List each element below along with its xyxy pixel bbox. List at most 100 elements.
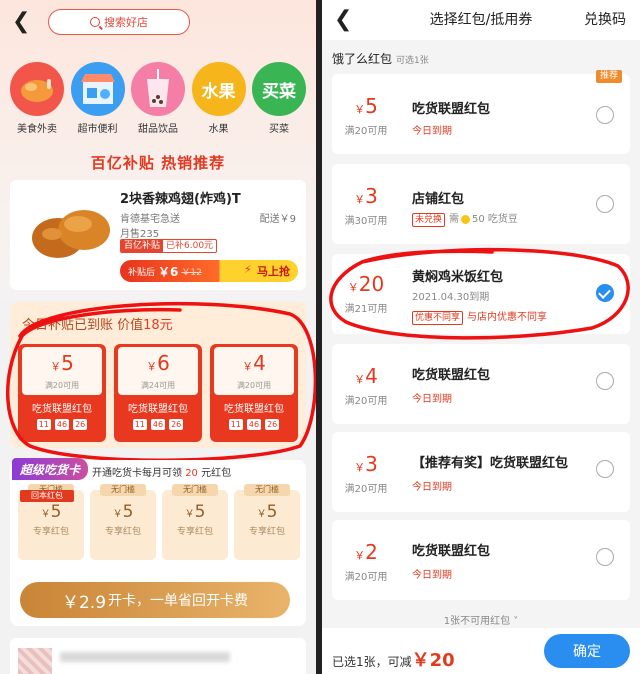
promo-title: 百亿补贴 热销推荐: [90, 154, 226, 172]
coin-icon: [461, 214, 471, 224]
category-label: 水果: [208, 124, 229, 135]
packet-name: 吃货联盟红包: [412, 368, 491, 383]
packet-condition: 满21可用: [344, 304, 388, 315]
screenshot-root: ❮ 搜索好店 美食外卖 超市便利 甜品饮品 水果 水果 买菜 买菜 百亿补贴 热…: [0, 0, 640, 674]
product-shop: 肯德基宅急送: [120, 214, 180, 225]
coupon-name: 吃货联盟红包: [32, 404, 92, 415]
vip-coupon[interactable]: 无门槛 ￥5 专享红包: [90, 484, 156, 560]
discount-amount: ￥20: [411, 650, 455, 671]
open-card-button[interactable]: ￥2.9 开卡，一单省回开卡费: [20, 582, 290, 618]
select-radio[interactable]: [596, 372, 614, 390]
category-vegetable[interactable]: 买菜 买菜: [250, 62, 308, 135]
red-coupon[interactable]: ￥5 满20可用 吃货联盟红包 11 46 26: [18, 344, 106, 442]
red-packet-card[interactable]: ￥4 满20可用 吃货联盟红包 今日到期: [332, 344, 630, 424]
category-dessert[interactable]: 甜品饮品: [129, 62, 187, 135]
subsidy-tag: 百亿补贴 已补6.00元: [120, 239, 218, 253]
section-hint: 可选1张: [396, 56, 429, 66]
select-radio[interactable]: [596, 460, 614, 478]
expiry-text: 今日到期: [412, 570, 452, 581]
blurred-product-card[interactable]: [10, 638, 306, 674]
packet-amount: ￥20: [347, 272, 385, 296]
vip-coupon[interactable]: 无门槛 ￥5 专享红包: [234, 484, 300, 560]
blurred-thumbnail: [18, 648, 52, 674]
exchange-info: 未兑换需 50 吃货豆: [412, 210, 518, 227]
select-radio[interactable]: [596, 548, 614, 566]
lightning-icon: ⚡: [244, 263, 252, 276]
buy-bar[interactable]: 补贴后 ￥6 ￥12 ⚡ 马上抢: [120, 260, 298, 282]
red-coupon-face: ￥6 满24可用: [118, 347, 198, 395]
packet-amount: ￥2: [354, 540, 378, 564]
select-radio[interactable]: [596, 106, 614, 124]
red-packet-card[interactable]: ￥2 满20可用 吃货联盟红包 今日到期: [332, 520, 630, 600]
left-panel: ❮ 搜索好店 美食外卖 超市便利 甜品饮品 水果 水果 买菜 买菜 百亿补贴 热…: [0, 0, 316, 674]
category-food[interactable]: 美食外卖: [8, 62, 66, 135]
no-threshold-tag: 无门槛: [100, 484, 146, 496]
fruit-icon: 水果: [191, 62, 246, 116]
unusable-packets-toggle[interactable]: 1张不可用红包 ˅: [322, 612, 640, 627]
countdown-timer: 11 46 26: [132, 419, 184, 430]
bottom-bar: 已选1张，可减￥20 确定: [322, 628, 640, 674]
expiry-text: 今日到期: [412, 394, 452, 405]
select-radio[interactable]: [596, 195, 614, 213]
search-label: 搜索好店: [104, 16, 148, 29]
category-label: 超市便利: [77, 124, 118, 135]
monthly-sales: 月售235: [120, 229, 160, 240]
packet-amount: ￥3: [354, 452, 378, 476]
packet-name: 吃货联盟红包: [412, 544, 491, 559]
exclusive-info: 优惠不同享 与店内优惠不同享: [412, 308, 547, 325]
red-packet-card[interactable]: ￥3 满20可用 【推荐有奖】吃货联盟红包 今日到期: [332, 432, 630, 512]
packet-condition: 满20可用: [344, 126, 388, 137]
selected-check-icon[interactable]: [596, 284, 614, 302]
search-icon: [90, 17, 100, 27]
back-arrow-icon[interactable]: ❮: [12, 11, 30, 33]
top-nav-bar: ❮ 选择红包/抵用券 兑换码: [322, 0, 640, 40]
not-redeemed-chip: 未兑换: [412, 213, 446, 227]
bubble-tea-icon: [131, 62, 185, 116]
right-panel: ❮ 选择红包/抵用券 兑换码 饿了么红包 可选1张 ￥5 满20可用 吃货联盟红包…: [322, 0, 640, 674]
red-packet-card-selected[interactable]: ￥20 满21可用 黄焖鸡米饭红包 2021.04.30到期 优惠不同享 与店内优…: [332, 254, 630, 334]
vip-coupon[interactable]: 无门槛 ￥5 专享红包: [162, 484, 228, 560]
red-coupon-face: ￥4 满20可用: [214, 347, 294, 395]
category-label: 甜品饮品: [138, 124, 178, 135]
original-price: ￥12: [181, 267, 202, 278]
product-name: 2块香辣鸡翅(炸鸡)T: [120, 192, 241, 207]
packet-condition: 满20可用: [344, 572, 388, 583]
vip-coupon-name: 专享红包: [248, 527, 285, 537]
vegetable-icon: 买菜: [252, 62, 306, 116]
coupon-condition: 满24可用: [140, 381, 176, 390]
packet-amount: ￥4: [354, 364, 378, 388]
section-title: 饿了么红包 可选1张: [332, 52, 429, 66]
store-icon: [70, 62, 125, 116]
red-coupon[interactable]: ￥6 满24可用 吃货联盟红包 11 46 26: [114, 344, 202, 442]
vip-coupon-name: 专享红包: [104, 527, 141, 537]
category-market[interactable]: 超市便利: [69, 62, 127, 135]
packet-name: 吃货联盟红包: [412, 102, 491, 117]
super-foodie-badge: 超级吃货卡: [12, 458, 88, 480]
redeem-code-button[interactable]: 兑换码: [584, 9, 626, 29]
subsidy-header-value: 18元: [143, 318, 173, 333]
super-foodie-card-box: 超级吃货卡 开通吃货卡每月可领 20 元红包 无门槛 ￥5 专享红包 无门槛 ￥…: [10, 458, 306, 626]
vegetable-icon-text: 买菜: [262, 81, 296, 102]
red-coupon[interactable]: ￥4 满20可用 吃货联盟红包 11 46 26: [210, 344, 298, 442]
packet-name: 黄焖鸡米饭红包: [412, 270, 504, 285]
confirm-button[interactable]: 确定: [544, 634, 630, 668]
super-foodie-text: 开通吃货卡每月可领 20 元红包: [92, 468, 232, 479]
category-fruit[interactable]: 水果 水果: [190, 62, 248, 135]
open-card-price: ￥2.9: [61, 592, 107, 613]
search-button[interactable]: 搜索好店: [48, 9, 190, 35]
expiry-text: 今日到期: [412, 482, 452, 493]
packet-condition: 满30可用: [344, 216, 388, 227]
chicken-icon: [10, 62, 64, 116]
red-packet-card[interactable]: ￥5 满20可用 吃货联盟红包 今日到期 推荐: [332, 70, 630, 154]
category-row: 美食外卖 超市便利 甜品饮品 水果 水果 买菜 买菜: [8, 62, 308, 135]
product-card[interactable]: 2块香辣鸡翅(炸鸡)T 肯德基宅急送 配送￥9 月售235 百亿补贴 已补6.0…: [10, 180, 306, 290]
vip-coupon-name: 专享红包: [32, 527, 69, 537]
packet-amount: ￥3: [354, 184, 378, 208]
grab-now-button[interactable]: 马上抢: [257, 263, 290, 279]
countdown-timer: 11 46 26: [228, 419, 280, 430]
expiry-text: 2021.04.30到期: [412, 292, 490, 303]
after-subsidy-price: ￥6: [158, 264, 179, 279]
red-packet-card[interactable]: ￥3 满30可用 店铺红包 未兑换需 50 吃货豆: [332, 164, 630, 244]
subsidy-header-text: 今日补贴已到账 价值: [22, 318, 144, 333]
fried-chicken-image: [32, 210, 110, 258]
